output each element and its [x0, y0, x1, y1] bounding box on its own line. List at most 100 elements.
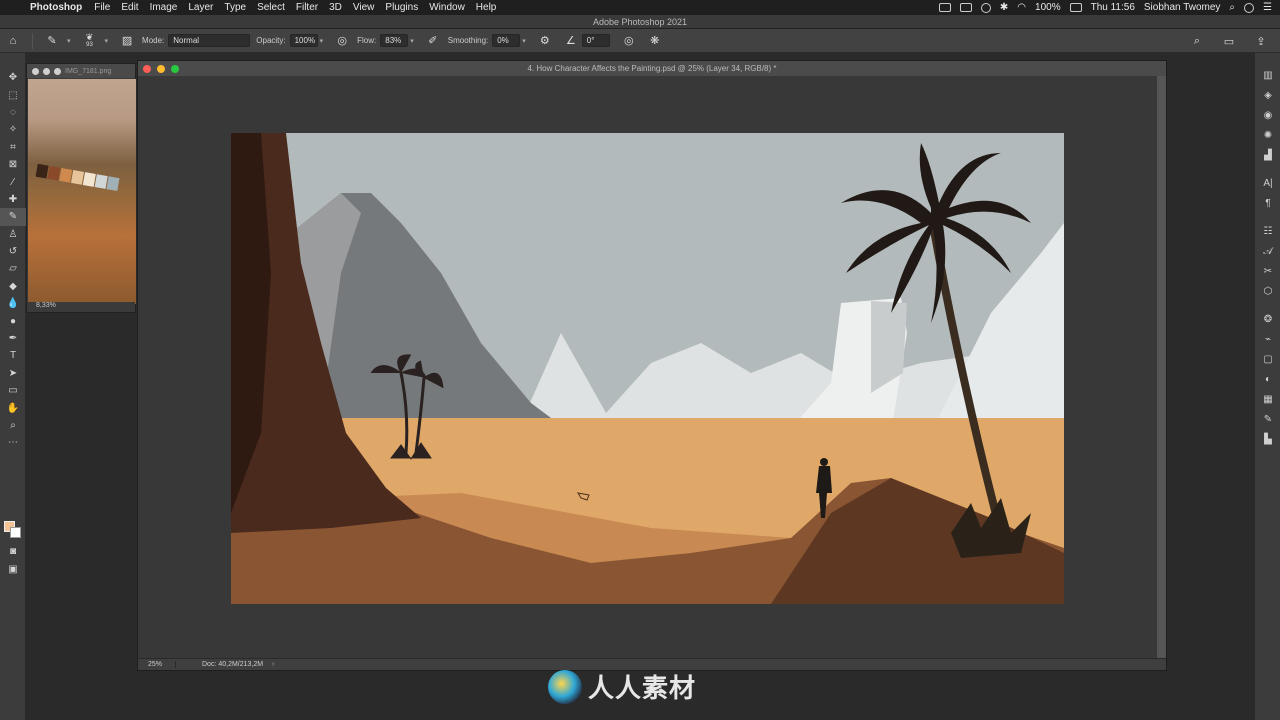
- document-titlebar[interactable]: 4. How Character Affects the Painting.ps…: [138, 61, 1166, 76]
- zoom-level-field[interactable]: 25%: [138, 661, 176, 668]
- paths-panel-icon[interactable]: ⌁: [1255, 329, 1280, 349]
- menu-3d[interactable]: 3D: [329, 2, 342, 13]
- chevron-down-icon[interactable]: ▾: [522, 37, 526, 45]
- smoothing-options-gear-icon[interactable]: ⚙: [536, 32, 554, 50]
- color-panel-icon[interactable]: ◐: [1255, 369, 1280, 389]
- opacity-field[interactable]: 100%: [289, 34, 318, 47]
- menu-file[interactable]: File: [94, 2, 110, 13]
- panel-dock-grip[interactable]: [1255, 53, 1280, 65]
- smoothing-field[interactable]: 0%: [492, 34, 521, 47]
- window-close-button[interactable]: [32, 67, 39, 75]
- reference-window-titlebar[interactable]: IMG_7181.png: [27, 64, 135, 78]
- pen-tool-icon[interactable]: ✒: [0, 330, 26, 347]
- type-tool-icon[interactable]: T: [0, 347, 26, 364]
- brush-preset-picker[interactable]: ❦ 93: [81, 32, 99, 50]
- wifi-icon[interactable]: ◠: [1017, 2, 1026, 13]
- history-brush-tool-icon[interactable]: ↺: [0, 243, 26, 260]
- chevron-down-icon[interactable]: ▾: [320, 37, 324, 45]
- painting-canvas[interactable]: [231, 133, 1064, 604]
- control-center-icon[interactable]: ☰: [1263, 2, 1272, 13]
- eyedropper-tool-icon[interactable]: ⁄: [0, 173, 26, 190]
- battery-icon[interactable]: [1069, 3, 1082, 12]
- light-panel-icon[interactable]: ✺: [1255, 125, 1280, 145]
- menu-help[interactable]: Help: [476, 2, 497, 13]
- paragraph-panel-icon[interactable]: ¶: [1255, 193, 1280, 213]
- marquee-tool-icon[interactable]: ⬚: [0, 86, 26, 103]
- brush-settings-panel-icon[interactable]: ▨: [118, 32, 136, 50]
- window-close-button[interactable]: [143, 65, 151, 73]
- user-name[interactable]: Siobhan Twomey: [1144, 2, 1221, 13]
- move-tool-icon[interactable]: ✥: [0, 69, 26, 86]
- chevron-down-icon[interactable]: ▾: [67, 37, 71, 45]
- quick-mask-icon[interactable]: ◙: [0, 543, 26, 560]
- menu-view[interactable]: View: [353, 2, 375, 13]
- blur-tool-icon[interactable]: 💧: [0, 295, 26, 312]
- tools-panel-icon[interactable]: ✂: [1255, 261, 1280, 281]
- healing-tool-icon[interactable]: ✚: [0, 191, 26, 208]
- window-minimize-button[interactable]: [157, 65, 165, 73]
- levels-panel-icon[interactable]: ▟: [1255, 145, 1280, 165]
- pressure-size-icon[interactable]: ◎: [620, 32, 638, 50]
- airbrush-icon[interactable]: ✐: [424, 32, 442, 50]
- crop-tool-icon[interactable]: ⌗: [0, 139, 26, 156]
- flow-field[interactable]: 83%: [380, 34, 409, 47]
- brush-tool-preset-icon[interactable]: ✎: [43, 32, 61, 50]
- more-tools-icon[interactable]: ⋯: [0, 434, 26, 451]
- zoom-tool-icon[interactable]: ⌕: [0, 417, 26, 434]
- layers-panel-icon[interactable]: ◈: [1255, 85, 1280, 105]
- grid-panel-icon[interactable]: ▦: [1255, 389, 1280, 409]
- shape-tool-icon[interactable]: ▭: [0, 382, 26, 399]
- menu-filter[interactable]: Filter: [296, 2, 318, 13]
- background-color-swatch[interactable]: [10, 527, 21, 538]
- menu-edit[interactable]: Edit: [121, 2, 138, 13]
- channels-panel-icon[interactable]: ◉: [1255, 105, 1280, 125]
- quick-select-tool-icon[interactable]: ✧: [0, 121, 26, 138]
- hand-tool-icon[interactable]: ✋: [0, 399, 26, 416]
- screen-share-icon[interactable]: [938, 3, 951, 12]
- chevron-right-icon[interactable]: ›: [272, 661, 274, 668]
- pressure-opacity-icon[interactable]: ◎: [333, 32, 351, 50]
- app-menu[interactable]: Photoshop: [30, 2, 82, 13]
- clock[interactable]: Thu 11:56: [1091, 2, 1135, 13]
- character-panel-icon[interactable]: A|: [1255, 173, 1280, 193]
- lasso-tool-icon[interactable]: ◌: [0, 104, 26, 121]
- mode-select[interactable]: Normal: [168, 34, 251, 47]
- 3d-panel-icon[interactable]: ⬡: [1255, 281, 1280, 301]
- workspace-icon[interactable]: ▭: [1220, 32, 1238, 50]
- bluetooth-icon[interactable]: ✱: [1000, 2, 1008, 13]
- swatches-panel-icon[interactable]: ❂: [1255, 309, 1280, 329]
- eraser-tool-icon[interactable]: ▱: [0, 260, 26, 277]
- chevron-down-icon[interactable]: ▾: [105, 37, 109, 45]
- path-select-tool-icon[interactable]: ➤: [0, 365, 26, 382]
- navigator-panel-icon[interactable]: ▢: [1255, 349, 1280, 369]
- symmetry-icon[interactable]: ❋: [646, 32, 664, 50]
- histogram-panel-icon[interactable]: ▥: [1255, 65, 1280, 85]
- angle-field[interactable]: 0°: [581, 34, 610, 47]
- spotlight-search-icon[interactable]: ⌕: [1229, 2, 1235, 13]
- window-zoom-button[interactable]: [54, 67, 61, 75]
- canvas-area[interactable]: [138, 76, 1157, 659]
- reference-image-window[interactable]: IMG_7181.png 8,33%: [26, 63, 136, 313]
- chevron-down-icon[interactable]: ▾: [410, 37, 414, 45]
- menu-select[interactable]: Select: [257, 2, 285, 13]
- clone-source-panel-icon[interactable]: ▙: [1255, 429, 1280, 449]
- glyphs-panel-icon[interactable]: 𝒜: [1255, 241, 1280, 261]
- vertical-scrollbar[interactable]: [1157, 76, 1166, 659]
- menu-window[interactable]: Window: [429, 2, 465, 13]
- brush-tool-icon[interactable]: ✎: [0, 208, 26, 226]
- user-avatar-icon[interactable]: [1244, 2, 1255, 13]
- home-icon[interactable]: ⌂: [4, 32, 22, 50]
- menu-layer[interactable]: Layer: [188, 2, 213, 13]
- adjustments-panel-icon[interactable]: ☷: [1255, 221, 1280, 241]
- menu-type[interactable]: Type: [224, 2, 246, 13]
- menu-image[interactable]: Image: [150, 2, 178, 13]
- display-icon[interactable]: [959, 3, 972, 12]
- share-icon[interactable]: ⇪: [1252, 32, 1270, 50]
- search-icon[interactable]: ⌕: [1188, 32, 1206, 50]
- dodge-tool-icon[interactable]: ●: [0, 312, 26, 329]
- toolbar-grip[interactable]: [0, 53, 25, 69]
- window-zoom-button[interactable]: [171, 65, 179, 73]
- stamp-tool-icon[interactable]: ♙: [0, 226, 26, 243]
- screen-mode-icon[interactable]: ▣: [0, 561, 26, 578]
- menu-plugins[interactable]: Plugins: [385, 2, 418, 13]
